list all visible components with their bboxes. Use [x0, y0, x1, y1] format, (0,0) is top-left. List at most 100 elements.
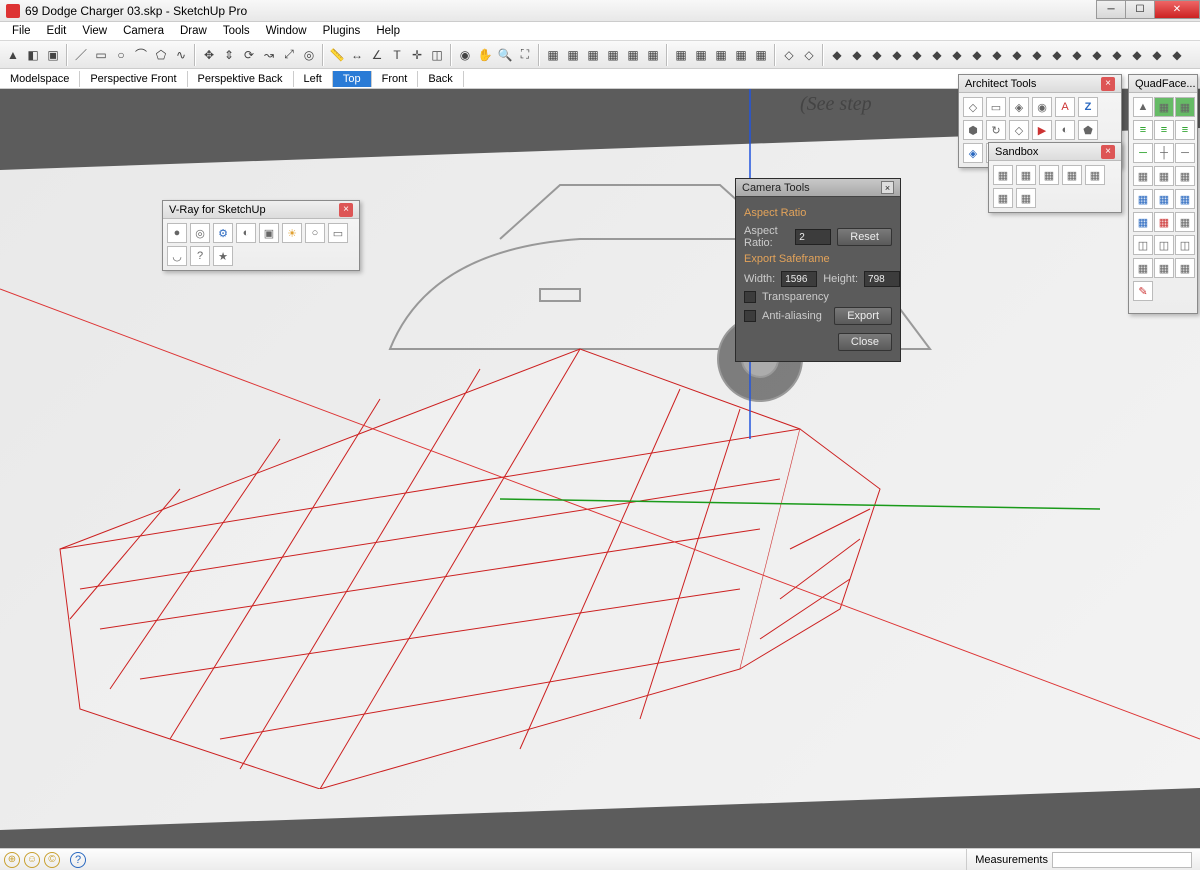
aspect-ratio-input[interactable]: [795, 229, 831, 245]
arch-icon[interactable]: Z: [1078, 97, 1098, 117]
qf-icon[interactable]: ▦: [1154, 258, 1174, 278]
close-button[interactable]: ✕: [1154, 0, 1200, 19]
circle-icon[interactable]: ○: [112, 46, 130, 64]
orbit-icon[interactable]: ◉: [456, 46, 474, 64]
sandbox-icon[interactable]: ▦: [1062, 165, 1082, 185]
text-icon[interactable]: T: [388, 46, 406, 64]
sandbox-icon[interactable]: ▦: [993, 188, 1013, 208]
minimize-button[interactable]: ─: [1096, 0, 1126, 19]
plugin-icon[interactable]: ◆: [1108, 46, 1126, 64]
arch-icon[interactable]: ◐: [1055, 120, 1075, 140]
menu-camera[interactable]: Camera: [115, 23, 172, 39]
scene-tab-top[interactable]: Top: [333, 71, 372, 87]
architect-tools-close[interactable]: ×: [1101, 77, 1115, 91]
plugin-icon[interactable]: ◆: [828, 46, 846, 64]
xray-icon[interactable]: ◇: [780, 46, 798, 64]
menu-view[interactable]: View: [74, 23, 115, 39]
plugin-icon[interactable]: ◆: [928, 46, 946, 64]
scene-tab-perspektive-back[interactable]: Perspektive Back: [188, 71, 294, 87]
arc-icon[interactable]: ⌒: [132, 46, 150, 64]
menu-file[interactable]: File: [4, 23, 39, 39]
back-icon[interactable]: ▦: [624, 46, 642, 64]
qf-icon[interactable]: ◫: [1154, 235, 1174, 255]
scene-tab-perspective-front[interactable]: Perspective Front: [80, 71, 187, 87]
top-icon[interactable]: ▦: [564, 46, 582, 64]
tape-icon[interactable]: 📏: [328, 46, 346, 64]
arch-icon[interactable]: ▭: [986, 97, 1006, 117]
measurements-input[interactable]: [1052, 852, 1192, 868]
polygon-icon[interactable]: ⬠: [152, 46, 170, 64]
qf-icon[interactable]: ▦: [1154, 212, 1174, 232]
qf-icon[interactable]: ▦: [1175, 212, 1195, 232]
qf-icon[interactable]: ≡: [1133, 120, 1153, 140]
section-icon[interactable]: ◫: [428, 46, 446, 64]
arch-icon[interactable]: A: [1055, 97, 1075, 117]
height-input[interactable]: [864, 271, 900, 287]
menu-window[interactable]: Window: [258, 23, 315, 39]
plugin-icon[interactable]: ◆: [1028, 46, 1046, 64]
iso-icon[interactable]: ▦: [544, 46, 562, 64]
scene-tab-back[interactable]: Back: [418, 71, 463, 87]
pushpull-icon[interactable]: ⇕: [220, 46, 238, 64]
vray-panel[interactable]: V-Ray for SketchUp × ● ◎ ⚙ ◐ ▣ ☀ ○ ▭ ◡ ?…: [162, 200, 360, 271]
zoom-icon[interactable]: 🔍: [496, 46, 514, 64]
qf-icon[interactable]: ◫: [1175, 235, 1195, 255]
plugin-icon[interactable]: ◆: [1008, 46, 1026, 64]
arch-icon[interactable]: ◇: [963, 97, 983, 117]
mono-icon[interactable]: ▦: [752, 46, 770, 64]
qf-icon[interactable]: ▦: [1175, 97, 1195, 117]
arch-icon[interactable]: ◉: [1032, 97, 1052, 117]
arch-icon[interactable]: ◇: [1009, 120, 1029, 140]
arch-icon[interactable]: ▶: [1032, 120, 1052, 140]
arch-icon[interactable]: ⬢: [963, 120, 983, 140]
plugin-icon[interactable]: ◆: [848, 46, 866, 64]
wireframe-icon[interactable]: ▦: [672, 46, 690, 64]
quadface-panel[interactable]: QuadFace... ▲ ▦ ▦ ≡ ≡ ≡ ─ ┼ ─ ▦ ▦ ▦ ▦ ▦ …: [1128, 74, 1198, 314]
qf-pencil-icon[interactable]: ✎: [1133, 281, 1153, 301]
qf-icon[interactable]: ─: [1175, 143, 1195, 163]
vray-help-icon[interactable]: ?: [190, 246, 210, 266]
status-geo-icon[interactable]: ⊕: [4, 852, 20, 868]
follow-icon[interactable]: ↝: [260, 46, 278, 64]
qf-icon[interactable]: ▦: [1154, 166, 1174, 186]
close-button[interactable]: Close: [838, 333, 892, 351]
transparency-checkbox[interactable]: [744, 291, 756, 303]
qf-icon[interactable]: ┼: [1154, 143, 1174, 163]
vray-dome-icon[interactable]: ◡: [167, 246, 187, 266]
eraser-icon[interactable]: ◧: [24, 46, 42, 64]
plugin-icon[interactable]: ◆: [1068, 46, 1086, 64]
maximize-button[interactable]: ☐: [1125, 0, 1155, 19]
vray-material-icon[interactable]: ◐: [236, 223, 256, 243]
arch-icon[interactable]: ◈: [1009, 97, 1029, 117]
vray-options-icon[interactable]: ⚙: [213, 223, 233, 243]
qf-icon[interactable]: ≡: [1175, 120, 1195, 140]
qf-icon[interactable]: ◫: [1133, 235, 1153, 255]
arch-icon[interactable]: ◈: [963, 143, 983, 163]
scene-tab-modelspace[interactable]: Modelspace: [0, 71, 80, 87]
sandbox-close[interactable]: ×: [1101, 145, 1115, 159]
line-icon[interactable]: ／: [72, 46, 90, 64]
left-icon[interactable]: ▦: [644, 46, 662, 64]
camera-tools-close[interactable]: ×: [881, 181, 894, 194]
rect-icon[interactable]: ▭: [92, 46, 110, 64]
qf-icon[interactable]: ▦: [1175, 166, 1195, 186]
protractor-icon[interactable]: ∠: [368, 46, 386, 64]
front-icon[interactable]: ▦: [584, 46, 602, 64]
status-help-icon[interactable]: ?: [70, 852, 86, 868]
move-icon[interactable]: ✥: [200, 46, 218, 64]
plugin-icon[interactable]: ◆: [888, 46, 906, 64]
sandbox-icon[interactable]: ▦: [1085, 165, 1105, 185]
qf-icon[interactable]: ▦: [1133, 166, 1153, 186]
sandbox-icon[interactable]: ▦: [993, 165, 1013, 185]
arch-icon[interactable]: ↻: [986, 120, 1006, 140]
scene-tab-left[interactable]: Left: [294, 71, 333, 87]
qf-icon[interactable]: ▦: [1175, 189, 1195, 209]
vray-light-icon[interactable]: ☀: [282, 223, 302, 243]
menu-tools[interactable]: Tools: [215, 23, 258, 39]
menu-help[interactable]: Help: [368, 23, 408, 39]
paint-icon[interactable]: ▣: [44, 46, 62, 64]
scene-tab-front[interactable]: Front: [372, 71, 419, 87]
reset-button[interactable]: Reset: [837, 228, 892, 246]
scale-icon[interactable]: ⤢: [280, 46, 298, 64]
vray-panel-close[interactable]: ×: [339, 203, 353, 217]
